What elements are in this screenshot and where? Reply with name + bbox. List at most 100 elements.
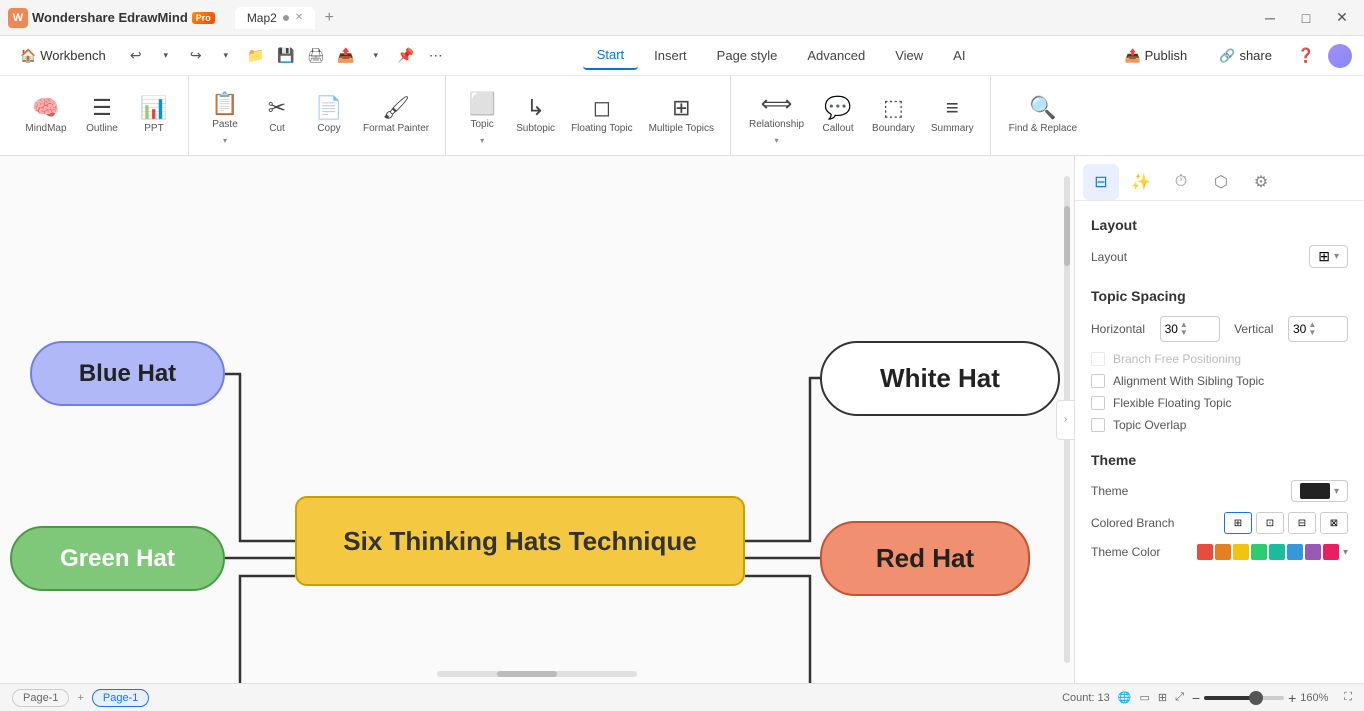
fit-icon[interactable]: ⤢ — [1175, 691, 1184, 704]
color-green[interactable] — [1251, 544, 1267, 560]
page-tab-1[interactable]: Page-1 — [12, 689, 69, 707]
paste-button[interactable]: 📋 Paste — [199, 87, 251, 136]
format-painter-button[interactable]: 🖌 Format Painter — [355, 91, 437, 140]
redo-button[interactable]: ↪ — [182, 42, 210, 70]
menu-advanced[interactable]: Advanced — [793, 42, 879, 69]
more-button[interactable]: ⋯ — [422, 42, 450, 70]
save-button[interactable]: 💾 — [272, 42, 300, 70]
add-page-button[interactable]: + — [77, 692, 83, 704]
color-blue[interactable] — [1287, 544, 1303, 560]
publish-button[interactable]: 📤 Publish — [1112, 43, 1199, 69]
redo-arrow[interactable]: ▾ — [212, 42, 240, 70]
panel-tab-settings[interactable]: ⚙ — [1243, 164, 1279, 200]
export-button[interactable]: 📤 — [332, 42, 360, 70]
workbench-button[interactable]: 🏠 Workbench — [12, 44, 114, 68]
branch-icon-2[interactable]: ⊡ — [1256, 512, 1284, 534]
zoom-out-button[interactable]: − — [1192, 690, 1200, 706]
relationship-button[interactable]: ⟺ Relationship — [741, 87, 812, 136]
collapse-panel-button[interactable]: › — [1056, 400, 1074, 440]
zoom-slider[interactable] — [1204, 696, 1284, 700]
view-icon-2[interactable]: ⊞ — [1158, 691, 1167, 704]
share-button[interactable]: 🔗 share — [1207, 43, 1284, 69]
node-red[interactable]: Red Hat — [820, 521, 1030, 596]
mindmap-button[interactable]: 🧠 MindMap — [16, 91, 76, 140]
vertical-input-group: 30 ▲ ▼ — [1288, 316, 1348, 342]
menu-page-style[interactable]: Page style — [703, 42, 792, 69]
user-avatar[interactable] — [1328, 44, 1352, 68]
flexible-checkbox[interactable] — [1091, 396, 1105, 410]
theme-dropdown-arrow[interactable]: ▾ — [1334, 486, 1339, 497]
topic-button[interactable]: ⬜ Topic — [456, 87, 508, 136]
share-save-button[interactable]: 📌 — [392, 42, 420, 70]
node-green[interactable]: Green Hat — [10, 526, 225, 591]
horizontal-scrollbar[interactable] — [437, 671, 637, 677]
menu-start[interactable]: Start — [583, 41, 638, 70]
minimize-button[interactable]: ─ — [1256, 4, 1284, 32]
tab-modified-dot — [283, 15, 289, 21]
horizontal-input[interactable]: 30 ▲ ▼ — [1160, 316, 1220, 342]
page-tab-active[interactable]: Page-1 — [92, 689, 149, 707]
view-icon-1[interactable]: ▭ — [1139, 691, 1149, 704]
branch-icon-4[interactable]: ⊠ — [1320, 512, 1348, 534]
vertical-down[interactable]: ▼ — [1308, 329, 1316, 337]
add-tab-button[interactable]: + — [317, 6, 341, 30]
tab-close-btn[interactable]: ✕ — [295, 12, 303, 23]
subtopic-button[interactable]: ↳ Subtopic — [508, 91, 563, 140]
cut-button[interactable]: ✂ Cut — [251, 91, 303, 140]
theme-picker[interactable]: ▾ — [1291, 480, 1348, 502]
help-button[interactable]: ❓ — [1292, 42, 1320, 70]
vertical-stepper[interactable]: ▲ ▼ — [1308, 321, 1316, 337]
ppt-button[interactable]: 📊 PPT — [128, 91, 180, 140]
branch-icon-3[interactable]: ⊟ — [1288, 512, 1316, 534]
panel-tab-ai[interactable]: ✨ — [1123, 164, 1159, 200]
panel-tab-style[interactable]: ⬡ — [1203, 164, 1239, 200]
close-button[interactable]: ✕ — [1328, 4, 1356, 32]
summary-button[interactable]: ≡ Summary — [923, 91, 982, 140]
multiple-topics-button[interactable]: ⊞ Multiple Topics — [641, 91, 722, 140]
panel-tab-layout[interactable]: ⊟ — [1083, 164, 1119, 200]
tab-map2[interactable]: Map2 ✕ — [235, 7, 315, 29]
undo-button[interactable]: ↩ — [122, 42, 150, 70]
floating-topic-button[interactable]: ◻ Floating Topic — [563, 91, 641, 140]
menu-insert[interactable]: Insert — [640, 42, 701, 69]
node-blue[interactable]: Blue Hat — [30, 341, 225, 406]
undo-arrow[interactable]: ▾ — [152, 42, 180, 70]
open-folder-button[interactable]: 📁 — [242, 42, 270, 70]
fullscreen-button[interactable]: ⛶ — [1344, 691, 1352, 704]
alignment-checkbox[interactable] — [1091, 374, 1105, 388]
panel-tab-history[interactable]: ⏱ — [1163, 164, 1199, 200]
layout-dropdown-arrow[interactable]: ▾ — [1334, 251, 1339, 262]
export-arrow[interactable]: ▾ — [362, 42, 390, 70]
callout-button[interactable]: 💬 Callout — [812, 91, 864, 140]
zoom-in-button[interactable]: + — [1288, 690, 1296, 706]
menu-ai[interactable]: AI — [939, 42, 979, 69]
menu-view[interactable]: View — [881, 42, 937, 69]
horizontal-stepper[interactable]: ▲ ▼ — [1180, 321, 1188, 337]
copy-button[interactable]: 📄 Copy — [303, 91, 355, 140]
canvas[interactable]: Six Thinking Hats Technique Blue Hat Gre… — [0, 156, 1074, 683]
outline-button[interactable]: ☰ Outline — [76, 91, 128, 140]
boundary-button[interactable]: ⬚ Boundary — [864, 91, 923, 140]
color-purple[interactable] — [1305, 544, 1321, 560]
layout-picker[interactable]: ⊞ ▾ — [1309, 245, 1348, 268]
topic-arrow[interactable]: ▾ — [480, 136, 484, 145]
horizontal-down[interactable]: ▼ — [1180, 329, 1188, 337]
node-white[interactable]: White Hat — [820, 341, 1060, 416]
maximize-button[interactable]: □ — [1292, 4, 1320, 32]
color-pink[interactable] — [1323, 544, 1339, 560]
print-button[interactable]: 🖨 — [302, 42, 330, 70]
find-replace-button[interactable]: 🔍 Find & Replace — [1001, 91, 1085, 140]
color-red[interactable] — [1197, 544, 1213, 560]
relationship-arrow[interactable]: ▾ — [775, 136, 779, 145]
theme-color-arrow[interactable]: ▾ — [1343, 547, 1348, 558]
color-teal[interactable] — [1269, 544, 1285, 560]
branch-icon-1[interactable]: ⊞ — [1224, 512, 1252, 534]
vertical-input[interactable]: 30 ▲ ▼ — [1288, 316, 1348, 342]
node-central[interactable]: Six Thinking Hats Technique — [295, 496, 745, 586]
color-yellow[interactable] — [1233, 544, 1249, 560]
zoom-thumb[interactable] — [1249, 691, 1263, 705]
color-orange[interactable] — [1215, 544, 1231, 560]
paste-arrow[interactable]: ▾ — [223, 136, 227, 145]
copy-icon: 📄 — [315, 97, 342, 119]
overlap-checkbox[interactable] — [1091, 418, 1105, 432]
